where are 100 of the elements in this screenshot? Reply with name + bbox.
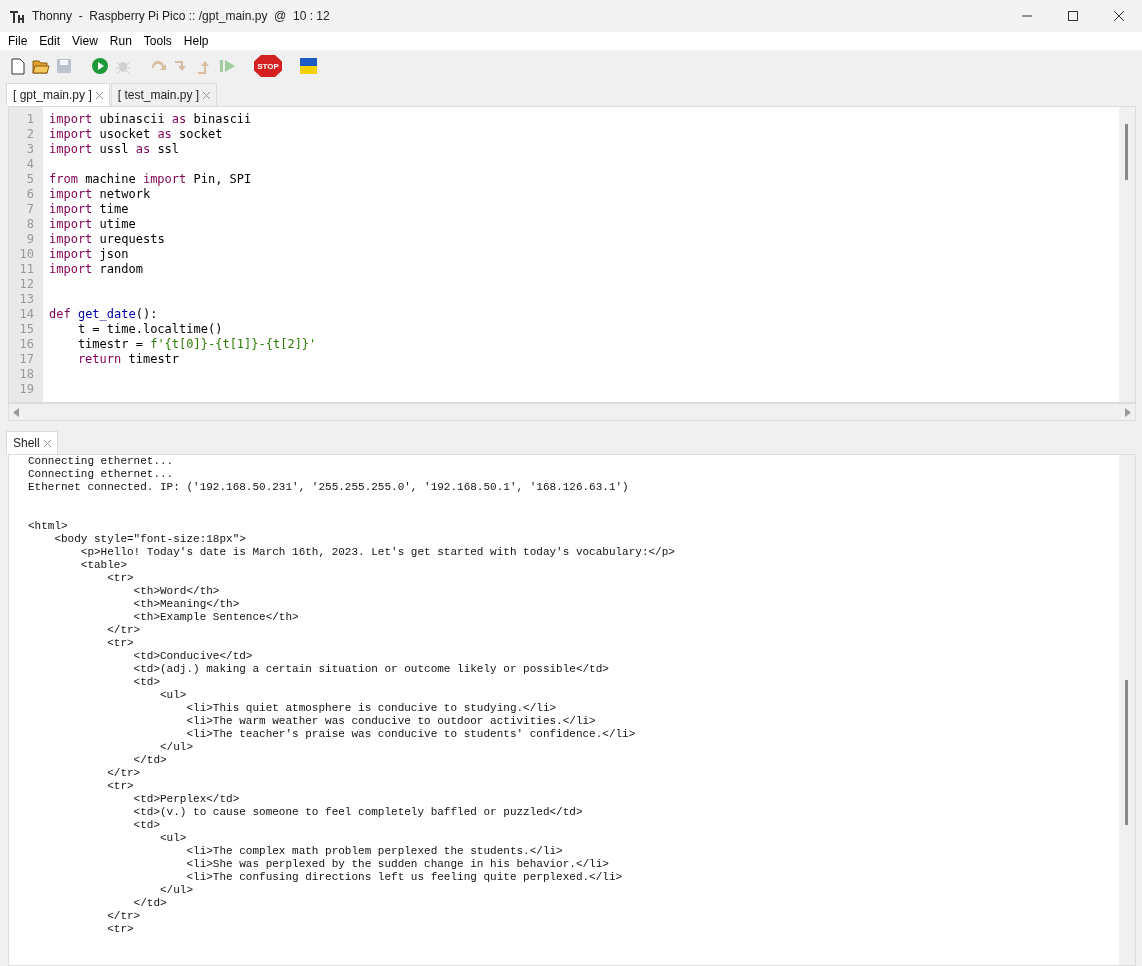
shell-output-line: </tr> [106,624,142,637]
line-number: 11 [18,262,35,277]
new-file-icon[interactable] [11,57,25,75]
shell-output-line: </tr> [106,767,142,780]
line-number: 9 [25,232,35,247]
shell-output-line: <th>Example Sentence</th> [132,611,300,624]
shell-output-line: Connecting ethernet... [28,455,175,468]
code-token: as [157,127,173,142]
line-number: 13 [18,292,35,307]
code-token: binascii [193,112,252,127]
maximize-icon[interactable] [1068,11,1078,21]
vertical-scrollbar[interactable] [1119,107,1135,402]
line-number: 10 [18,247,35,262]
close-tab-icon[interactable] [203,91,211,99]
shell-output-line: <li>The complex math problem perplexed the students.</li> [185,845,564,858]
code-token: utime [99,217,136,232]
shell-output-line: <p>Hello! Today's date is March 16th, 2023. Let's get started with today's vocabulary:</p> [79,546,676,559]
line-number: 7 [25,202,35,217]
close-tab-icon[interactable] [43,439,51,447]
editor-tab[interactable]: [ gpt_main.py ] [6,83,110,106]
code-token: get_date [77,307,136,322]
shell-output-line: </tr> [106,910,142,923]
code-token: import [49,232,94,247]
code-token: timestr [128,352,180,367]
window-title: Thonny - Raspberry Pi Pico :: /gpt_main.py @ 10 : 12 [32,9,331,23]
shell-output-line: </td> [132,897,168,910]
close-icon[interactable] [1114,11,1124,21]
shell-output-line: <td> [132,819,162,832]
shell-output-line: <td>Conducive</td> [132,650,254,663]
shell-output-line: </td> [132,754,168,767]
folder-icon[interactable] [32,58,50,74]
code-token: usocket [99,127,152,142]
line-number: 14 [18,307,35,322]
shell-output-line: <html> [28,520,69,533]
code-token: ssl [157,142,180,157]
code-token: f'{t[0]}-{t[1]}-{t[2]}' [150,337,317,352]
shell-output-line: <li>The warm weather was conducive to outdoor activities.</li> [185,715,597,728]
code-token: ussl [99,142,130,157]
shell-output-line: <td> [132,676,162,689]
shell-output-line: <table> [79,559,129,572]
play-icon[interactable] [91,57,109,75]
shell-console[interactable] [8,454,1136,966]
line-number: 12 [18,277,35,292]
code-token: ubinascii [99,112,166,127]
shell-output-line: <th>Meaning</th> [132,598,241,611]
right-arrow-icon[interactable] [1125,407,1131,417]
code-token: as [135,142,152,157]
code-token: t = time.localtime() [76,322,223,337]
menu-item[interactable]: View [66,32,104,50]
line-number: 1 [25,112,35,127]
shell-output-line: <td>(adj.) making a certain situation or outcome likely or possible</td> [132,663,610,676]
line-number: 8 [25,217,35,232]
shell-tab[interactable]: Shell [6,431,58,454]
line-number: 16 [18,337,35,352]
code-token: machine [85,172,137,187]
line-number: 17 [18,352,35,367]
stop-button[interactable]: STOP [254,55,282,77]
horizontal-scrollbar[interactable] [8,403,1136,421]
shell-output-line: Ethernet connected. IP: ('192.168.50.231', '255.255.255.0', '192.168.50.1', '168.126.63.1') [28,481,630,494]
shell-output-line: <th>Word</th> [132,585,221,598]
code-token: time [99,202,129,217]
shell-output-line: Connecting ethernet... [28,468,175,481]
code-token: import [49,142,94,157]
code-token: import [142,172,188,187]
shell-output-line: <td>(v.) to cause someone to feel completely baffled or puzzled</td> [132,806,584,819]
shell-output-line: <li>The teacher's praise was conducive to students' confidence.</li> [185,728,637,741]
menu-item[interactable]: File [2,32,34,50]
code-token: from [49,172,79,187]
menu-item[interactable]: Tools [137,32,178,50]
shell-output-line: <tr> [106,923,135,936]
code-token: as [171,112,188,127]
shell-output-line: <li>She was perplexed by the sudden change in his behavior.</li> [185,858,610,871]
code-token: return [76,352,123,367]
code-token: def [49,307,72,322]
line-number: 3 [25,142,35,157]
shell-output-line: <body style="font-size:18px"> [53,533,247,546]
shell-output-line: <td>Perplex</td> [132,793,241,806]
line-number: 6 [25,187,35,202]
code-token: import [49,187,94,202]
code-token: socket [179,127,223,142]
shell-output-line: <tr> [106,780,135,793]
vertical-scrollbar[interactable] [1119,455,1135,965]
left-arrow-icon[interactable] [13,407,19,417]
line-number: 2 [25,127,35,142]
shell-output-line: <ul> [159,689,188,702]
flag-icon[interactable] [299,58,317,74]
menu-item[interactable]: Run [103,32,138,50]
close-tab-icon[interactable] [95,91,103,99]
shell-output-line: <tr> [106,572,135,585]
code-token: import [49,247,94,262]
editor-tab[interactable]: [ test_main.py ] [110,83,218,106]
shell-output-line: <li>This quiet atmosphere is conducive to studying.</li> [185,702,558,715]
code-token: import [49,217,94,232]
code-token: Pin, SPI [193,172,252,187]
code-token: timestr = [76,337,144,352]
menu-item[interactable]: Edit [33,32,67,50]
code-token: random [99,262,143,277]
menu-item[interactable]: Help [177,32,215,50]
code-token: (): [135,307,158,322]
code-token: json [99,247,129,262]
